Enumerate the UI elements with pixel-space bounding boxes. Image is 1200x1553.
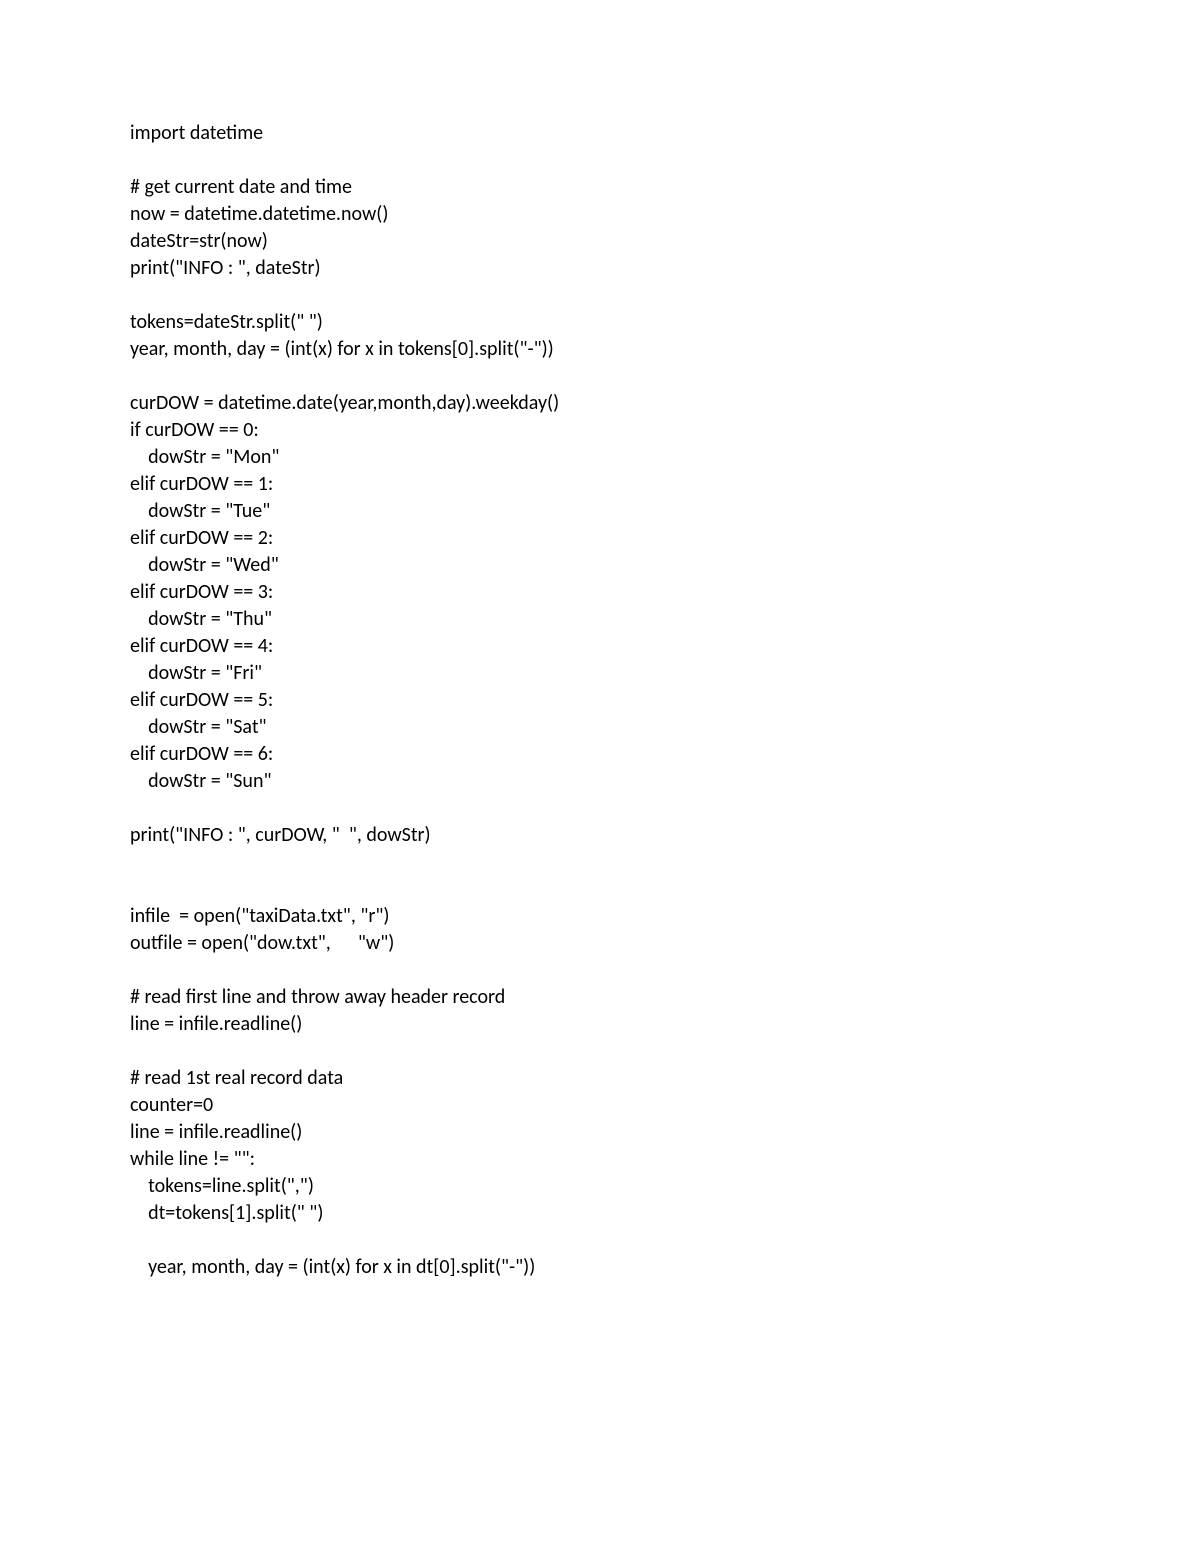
document-page: import datetime # get current date and t… <box>0 0 1200 1553</box>
code-listing: import datetime # get current date and t… <box>130 120 1070 1281</box>
